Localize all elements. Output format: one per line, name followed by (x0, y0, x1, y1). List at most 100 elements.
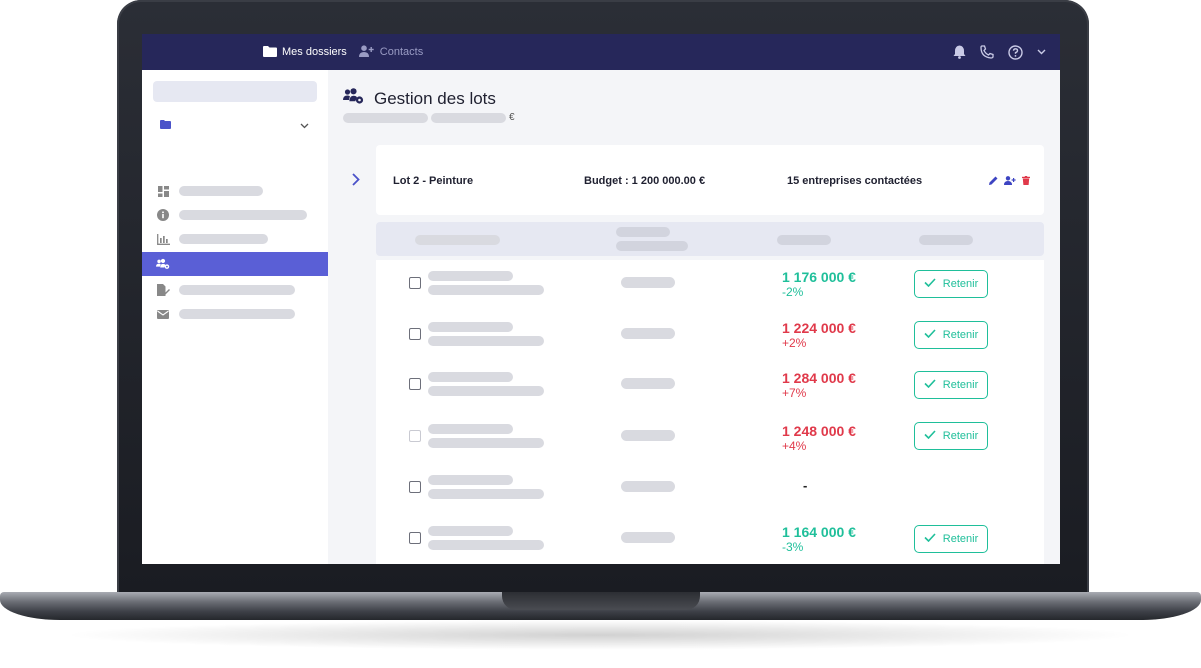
sidebar-item-stats[interactable] (142, 227, 328, 251)
page-title: Gestion des lots (374, 89, 496, 108)
chevron-down-icon[interactable] (1037, 49, 1046, 55)
column-header-placeholder (415, 235, 500, 245)
nav-contacts-label: Contacts (379, 46, 424, 58)
company-placeholder (428, 285, 544, 295)
add-user-icon (358, 44, 375, 60)
table-row: 1 248 000 € +4% Retenir (376, 414, 1044, 464)
folder-icon (160, 116, 171, 134)
expand-chevron-icon[interactable] (352, 173, 360, 191)
sidebar-item-label-placeholder (179, 309, 295, 319)
retain-button-label: Retenir (942, 379, 979, 391)
sidebar-item-info[interactable] (142, 203, 328, 227)
value-placeholder (621, 430, 675, 441)
company-placeholder (428, 386, 544, 396)
retain-button-label: Retenir (942, 329, 979, 341)
top-bar: Mes dossiers Contacts (142, 34, 1060, 70)
table-row: 1 176 000 € -2% Retenir (376, 260, 1044, 310)
sidebar-item-documents[interactable] (142, 278, 328, 302)
subtitle-placeholder (343, 112, 428, 123)
retain-button[interactable]: Retenir (914, 321, 988, 349)
offer-price: 1 176 000 € (782, 269, 856, 285)
laptop-shadow (60, 620, 1140, 650)
chevron-down-icon (300, 116, 309, 134)
nav-contacts[interactable]: Contacts (358, 44, 424, 60)
company-placeholder (428, 540, 544, 550)
currency-symbol: € (509, 112, 515, 123)
check-icon (924, 430, 936, 442)
value-placeholder (621, 277, 675, 288)
value-placeholder (621, 378, 675, 389)
top-icons (953, 34, 1046, 70)
company-placeholder (428, 424, 513, 434)
users-gear-icon (343, 88, 364, 110)
sidebar-item-messages[interactable] (142, 302, 328, 326)
lot-name: Lot 2 - Peinture (393, 175, 474, 187)
offer-delta: -3% (782, 540, 804, 554)
offer-price-empty: - (803, 478, 808, 493)
table-row: 1 164 000 € -3% Retenir (376, 515, 1044, 564)
offers-table-header (376, 222, 1044, 256)
sidebar-item-lots[interactable] (142, 252, 328, 276)
chart-icon (156, 233, 170, 245)
company-placeholder (428, 489, 544, 499)
value-placeholder (621, 481, 675, 492)
sidebar-search-placeholder[interactable] (153, 81, 317, 102)
column-header-placeholder (919, 235, 973, 245)
mail-icon (156, 309, 170, 319)
company-placeholder (428, 526, 513, 536)
retain-button-label: Retenir (942, 278, 979, 290)
offer-price: 1 224 000 € (782, 320, 856, 336)
project-select[interactable] (153, 110, 317, 132)
company-placeholder (428, 372, 513, 382)
offer-delta: -2% (782, 285, 804, 299)
retain-button[interactable]: Retenir (914, 525, 988, 553)
retain-button-label: Retenir (942, 533, 979, 545)
edit-icon[interactable] (989, 176, 998, 188)
retain-button[interactable]: Retenir (914, 270, 988, 298)
add-user-icon[interactable] (1004, 176, 1016, 188)
row-checkbox[interactable] (409, 378, 421, 390)
sidebar-item-label-placeholder (179, 285, 295, 295)
column-header-placeholder (616, 227, 670, 237)
sidebar-item-dashboard[interactable] (142, 179, 328, 203)
row-checkbox[interactable] (409, 481, 421, 493)
company-placeholder (428, 336, 544, 346)
lot-card: Lot 2 - Peinture Budget : 1 200 000.00 €… (376, 145, 1044, 215)
row-checkbox[interactable] (409, 532, 421, 544)
company-placeholder (428, 475, 513, 485)
table-row: 1 224 000 € +2% Retenir (376, 311, 1044, 361)
info-icon (156, 209, 170, 221)
dashboard-icon (156, 185, 170, 197)
offers-table: 1 176 000 € -2% Retenir 1 224 000 € +2% … (376, 260, 1044, 564)
check-icon (924, 533, 936, 545)
trash-icon[interactable] (1022, 176, 1030, 188)
retain-button[interactable]: Retenir (914, 371, 988, 399)
company-placeholder (428, 322, 513, 332)
page-header: Gestion des lots (343, 88, 496, 110)
lot-actions (989, 176, 1030, 188)
subtitle-placeholder (431, 112, 506, 123)
offer-price: 1 248 000 € (782, 423, 856, 439)
row-checkbox[interactable] (409, 328, 421, 340)
app-screen: Mes dossiers Contacts Gestion des lots €… (142, 34, 1060, 564)
bell-icon[interactable] (953, 45, 966, 59)
folder-icon (263, 45, 277, 60)
main-content: Gestion des lots € Lot 2 - Peinture Budg… (328, 70, 1060, 564)
help-icon[interactable] (1008, 44, 1023, 60)
offer-delta: +4% (782, 439, 807, 453)
row-checkbox[interactable] (409, 430, 421, 442)
nav-my-folders[interactable]: Mes dossiers (263, 45, 347, 60)
phone-icon[interactable] (980, 45, 994, 59)
value-placeholder (621, 532, 675, 543)
edit-document-icon (156, 284, 170, 296)
company-placeholder (428, 438, 544, 448)
sidebar-item-label-placeholder (179, 210, 307, 220)
lot-budget: Budget : 1 200 000.00 € (584, 175, 706, 187)
value-placeholder (621, 328, 675, 339)
retain-button[interactable]: Retenir (914, 422, 988, 450)
table-row: 1 284 000 € +7% Retenir (376, 361, 1044, 411)
company-placeholder (428, 271, 513, 281)
table-row: - (376, 464, 1044, 514)
laptop-notch (502, 592, 700, 610)
row-checkbox[interactable] (409, 277, 421, 289)
